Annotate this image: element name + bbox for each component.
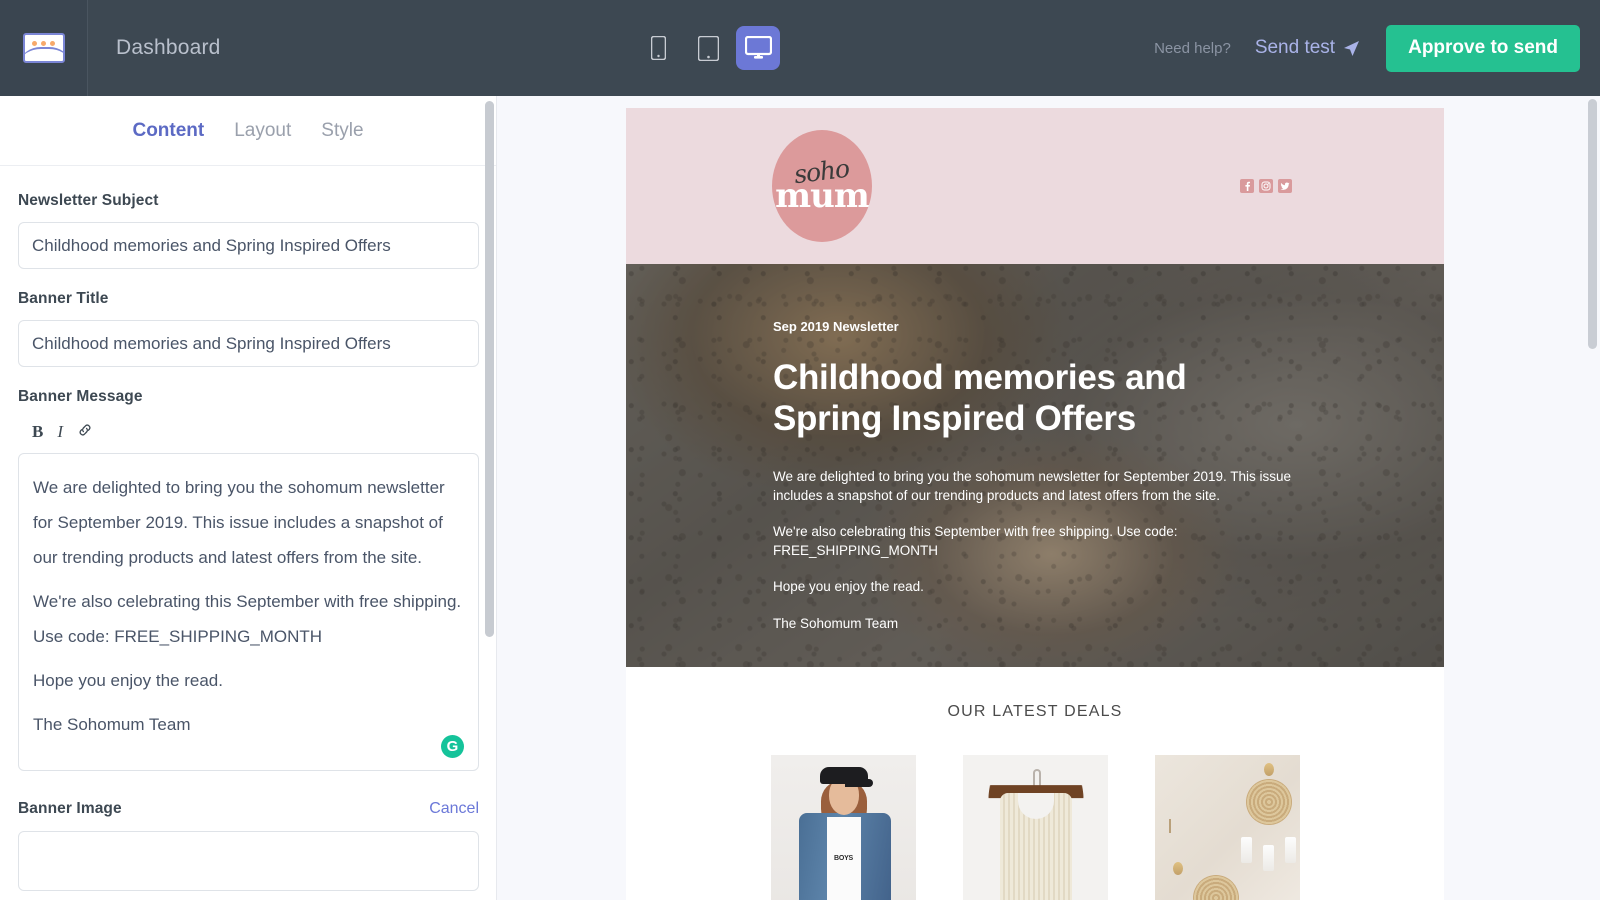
tab-content[interactable]: Content — [132, 120, 204, 142]
product-card-ribbed-tank[interactable] — [962, 755, 1108, 900]
email-header: soho mum — [626, 108, 1444, 264]
device-toggle-tablet[interactable] — [686, 26, 730, 70]
approve-to-send-button[interactable]: Approve to send — [1386, 24, 1580, 72]
hero-paragraph: We're also celebrating this September wi… — [773, 524, 1178, 558]
cap-brim — [844, 779, 873, 787]
woven-disc — [1192, 875, 1239, 900]
hero-content: Sep 2019 Newsletter Childhood memories a… — [773, 319, 1297, 652]
tee-graphic-text: BOYS — [833, 855, 854, 862]
banner-title-input[interactable] — [18, 320, 479, 367]
app-logo[interactable] — [0, 0, 88, 96]
grammarly-icon[interactable]: G — [441, 735, 464, 758]
bold-icon[interactable]: B — [32, 423, 43, 440]
social-links — [1240, 179, 1292, 193]
hero-paragraph: Hope you enjoy the read. — [773, 579, 924, 595]
envelope-flap — [24, 47, 63, 61]
product-grid: BOYS — [626, 755, 1444, 900]
gold-bead — [1263, 763, 1274, 776]
product-card-denim-jacket[interactable]: BOYS — [770, 755, 916, 900]
banner-message-label: Banner Message — [18, 388, 143, 405]
email-preview-area: soho mum Sep 2019 Newsletter Childhood m… — [497, 96, 1600, 900]
device-preview-toggle-group — [636, 26, 780, 70]
banner-image-field[interactable] — [18, 831, 479, 891]
hero-title: Childhood memories and Spring Inspired O… — [773, 358, 1187, 438]
need-help-link[interactable]: Need help? — [1154, 40, 1231, 57]
newsletter-subject-label: Newsletter Subject — [18, 192, 159, 209]
newsletter-subject-input[interactable] — [18, 222, 479, 269]
preview-scrollbar[interactable] — [1588, 99, 1597, 349]
hero-paragraph: We are delighted to bring you the sohomu… — [773, 468, 1292, 503]
message-paragraph: Hope you enjoy the read. — [33, 671, 223, 690]
device-toggle-mobile[interactable] — [636, 26, 680, 70]
paper-plane-icon — [1344, 40, 1360, 56]
earring-post — [1168, 819, 1171, 833]
banner-image-row: Banner Image Cancel — [18, 800, 479, 818]
message-paragraph: We're also celebrating this September wi… — [33, 592, 462, 646]
banner-image-label: Banner Image — [18, 800, 122, 817]
editor-tabs: Content Layout Style — [0, 96, 496, 166]
tablet-icon — [697, 35, 719, 61]
editor-panel-scrollbar[interactable] — [485, 101, 494, 637]
mobile-icon — [650, 36, 666, 60]
product-card-tassel-earrings[interactable] — [1154, 755, 1300, 900]
email-document: soho mum Sep 2019 Newsletter Childhood m… — [626, 108, 1444, 900]
tab-layout[interactable]: Layout — [234, 120, 291, 142]
twitter-icon[interactable] — [1278, 179, 1292, 193]
brand-logo: soho mum — [772, 130, 872, 242]
latest-deals-section: OUR LATEST DEALS BOYS — [626, 667, 1444, 900]
envelope-icon — [22, 33, 65, 63]
latest-deals-title: OUR LATEST DEALS — [947, 703, 1123, 720]
message-paragraph: We are delighted to bring you the sohomu… — [33, 478, 445, 567]
device-toggle-desktop[interactable] — [736, 26, 780, 70]
email-hero: Sep 2019 Newsletter Childhood memories a… — [626, 264, 1444, 667]
editor-form: Newsletter Subject Banner Title Banner M… — [0, 166, 496, 891]
banner-message-editor[interactable]: We are delighted to bring you the sohomu… — [18, 453, 479, 771]
editor-panel: Content Layout Style Newsletter Subject … — [0, 96, 497, 900]
facebook-icon[interactable] — [1240, 179, 1254, 193]
tab-style[interactable]: Style — [321, 120, 363, 142]
instagram-icon[interactable] — [1259, 179, 1273, 193]
hero-kicker: Sep 2019 Newsletter — [773, 319, 899, 334]
white-tassel — [1284, 837, 1296, 863]
white-tassel — [1240, 837, 1252, 863]
top-bar-actions: Need help? Send test Approve to send — [1154, 0, 1580, 96]
rich-text-toolbar: B I — [18, 418, 478, 453]
woven-disc — [1245, 779, 1292, 825]
gold-bead — [1172, 862, 1183, 875]
send-test-label: Send test — [1254, 37, 1336, 58]
banner-image-cancel-link[interactable]: Cancel — [429, 800, 479, 818]
italic-icon[interactable]: I — [57, 423, 63, 440]
message-paragraph: The Sohomum Team — [33, 715, 191, 734]
top-bar: Dashboard Need help? Send test Approve t… — [0, 0, 1600, 96]
link-icon[interactable] — [77, 422, 93, 441]
hero-paragraph: The Sohomum Team — [773, 616, 899, 631]
brand-logo-top: soho — [792, 153, 852, 190]
banner-title-label: Banner Title — [18, 290, 109, 307]
send-test-button[interactable]: Send test — [1255, 37, 1360, 59]
page-title: Dashboard — [116, 36, 221, 59]
envelope-dots — [25, 41, 63, 46]
white-tassel — [1262, 845, 1274, 871]
desktop-icon — [744, 36, 772, 59]
